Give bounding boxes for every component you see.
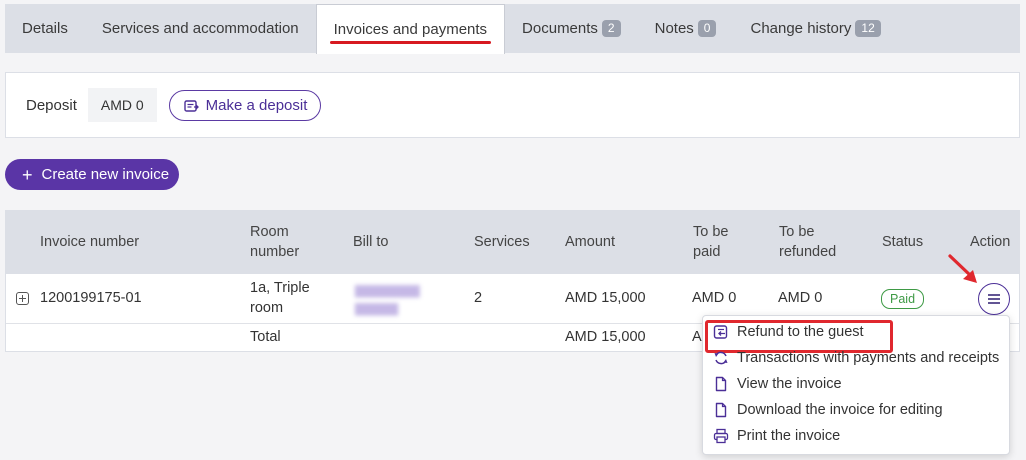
refund-icon xyxy=(713,325,728,339)
tab-label: Notes xyxy=(654,20,694,37)
deposit-label: Deposit xyxy=(26,96,77,114)
menu-item-label: Print the invoice xyxy=(737,428,841,444)
make-deposit-label: Make a deposit xyxy=(205,96,308,114)
tab-label: Change history xyxy=(750,20,852,37)
create-new-invoice-button[interactable]: + Create new invoice xyxy=(5,159,179,190)
tab-change-history[interactable]: Change history 12 xyxy=(733,4,897,53)
tab-details[interactable]: Details xyxy=(5,4,85,53)
status-badge: Paid xyxy=(881,289,925,309)
action-menu-button[interactable] xyxy=(978,283,1010,315)
total-amount: AMD 15,000 xyxy=(565,329,646,345)
plus-icon: + xyxy=(22,164,33,185)
header-invoice-number: Invoice number xyxy=(40,234,140,250)
menu-item-print-the-invoice[interactable]: Print the invoice xyxy=(703,423,1009,449)
count-badge: 12 xyxy=(855,20,881,37)
header-amount: Amount xyxy=(565,234,615,250)
to-be-refunded-cell: AMD 0 xyxy=(778,290,823,306)
tab-label: Invoices and payments xyxy=(333,21,488,38)
deposit-panel: Deposit AMD 0 Make a deposit xyxy=(5,72,1020,138)
header-bill-to: Bill to xyxy=(353,234,389,250)
count-badge: 0 xyxy=(697,20,717,37)
tab-underline-annotation xyxy=(329,41,492,44)
menu-item-label: Refund to the guest xyxy=(737,324,864,340)
total-to-be-paid: A xyxy=(692,329,702,345)
tab-notes[interactable]: Notes 0 xyxy=(638,4,734,53)
header-room-number-line1: Room xyxy=(250,224,289,240)
tab-invoices-and-payments[interactable]: Invoices and payments xyxy=(315,4,506,54)
refresh-icon xyxy=(714,351,728,365)
to-be-paid-cell: AMD 0 xyxy=(692,290,737,306)
deposit-value: AMD 0 xyxy=(87,88,157,122)
header-services: Services xyxy=(474,234,530,250)
menu-item-label: View the invoice xyxy=(737,376,842,392)
tab-label: Documents xyxy=(522,20,598,37)
expand-row-icon[interactable] xyxy=(16,292,29,305)
document-icon xyxy=(715,402,727,418)
action-menu: Refund to the guest Transactions with pa… xyxy=(702,315,1010,455)
room-cell-line1: 1a, Triple xyxy=(250,280,310,296)
menu-item-label: Download the invoice for editing xyxy=(737,402,943,418)
header-action: Action xyxy=(970,234,1011,250)
bill-to-redacted: ▆▆▆▆▆▆ ▆▆▆▆ xyxy=(355,281,420,315)
tab-services-and-accommodation[interactable]: Services and accommodation xyxy=(85,4,316,53)
header-to-be-refunded-line2: refunded xyxy=(779,244,837,260)
services-cell: 2 xyxy=(474,290,483,306)
invoice-number-cell: 1200199175-01 xyxy=(40,290,142,306)
tab-documents[interactable]: Documents 2 xyxy=(505,4,638,53)
create-new-invoice-label: Create new invoice xyxy=(41,166,170,183)
menu-item-view-the-invoice[interactable]: View the invoice xyxy=(703,371,1009,397)
printer-icon xyxy=(713,428,729,444)
make-deposit-button[interactable]: Make a deposit xyxy=(168,89,322,121)
menu-item-label: Transactions with payments and receipts xyxy=(737,350,1000,366)
tab-label: Services and accommodation xyxy=(101,20,299,37)
menu-item-refund-to-the-guest[interactable]: Refund to the guest xyxy=(703,319,1009,353)
document-icon xyxy=(715,376,727,392)
room-cell-line2: room xyxy=(250,300,284,316)
total-label: Total xyxy=(250,329,281,345)
header-to-be-refunded-line1: To be xyxy=(779,224,815,240)
tab-bar: Details Services and accommodation Invoi… xyxy=(5,4,1020,54)
header-room-number-line2: number xyxy=(250,244,300,260)
header-to-be-paid-line1: To be xyxy=(693,224,729,240)
count-badge: 2 xyxy=(601,20,621,37)
header-status: Status xyxy=(882,234,924,250)
menu-item-download-the-invoice[interactable]: Download the invoice for editing xyxy=(703,397,1009,423)
arrow-annotation-icon xyxy=(948,254,977,283)
header-to-be-paid-line2: paid xyxy=(693,244,721,260)
menu-item-transactions[interactable]: Transactions with payments and receipts xyxy=(703,345,1009,371)
deposit-icon xyxy=(183,99,199,112)
hamburger-icon xyxy=(988,294,1000,304)
tab-label: Details xyxy=(22,20,68,37)
amount-cell: AMD 15,000 xyxy=(565,290,646,306)
